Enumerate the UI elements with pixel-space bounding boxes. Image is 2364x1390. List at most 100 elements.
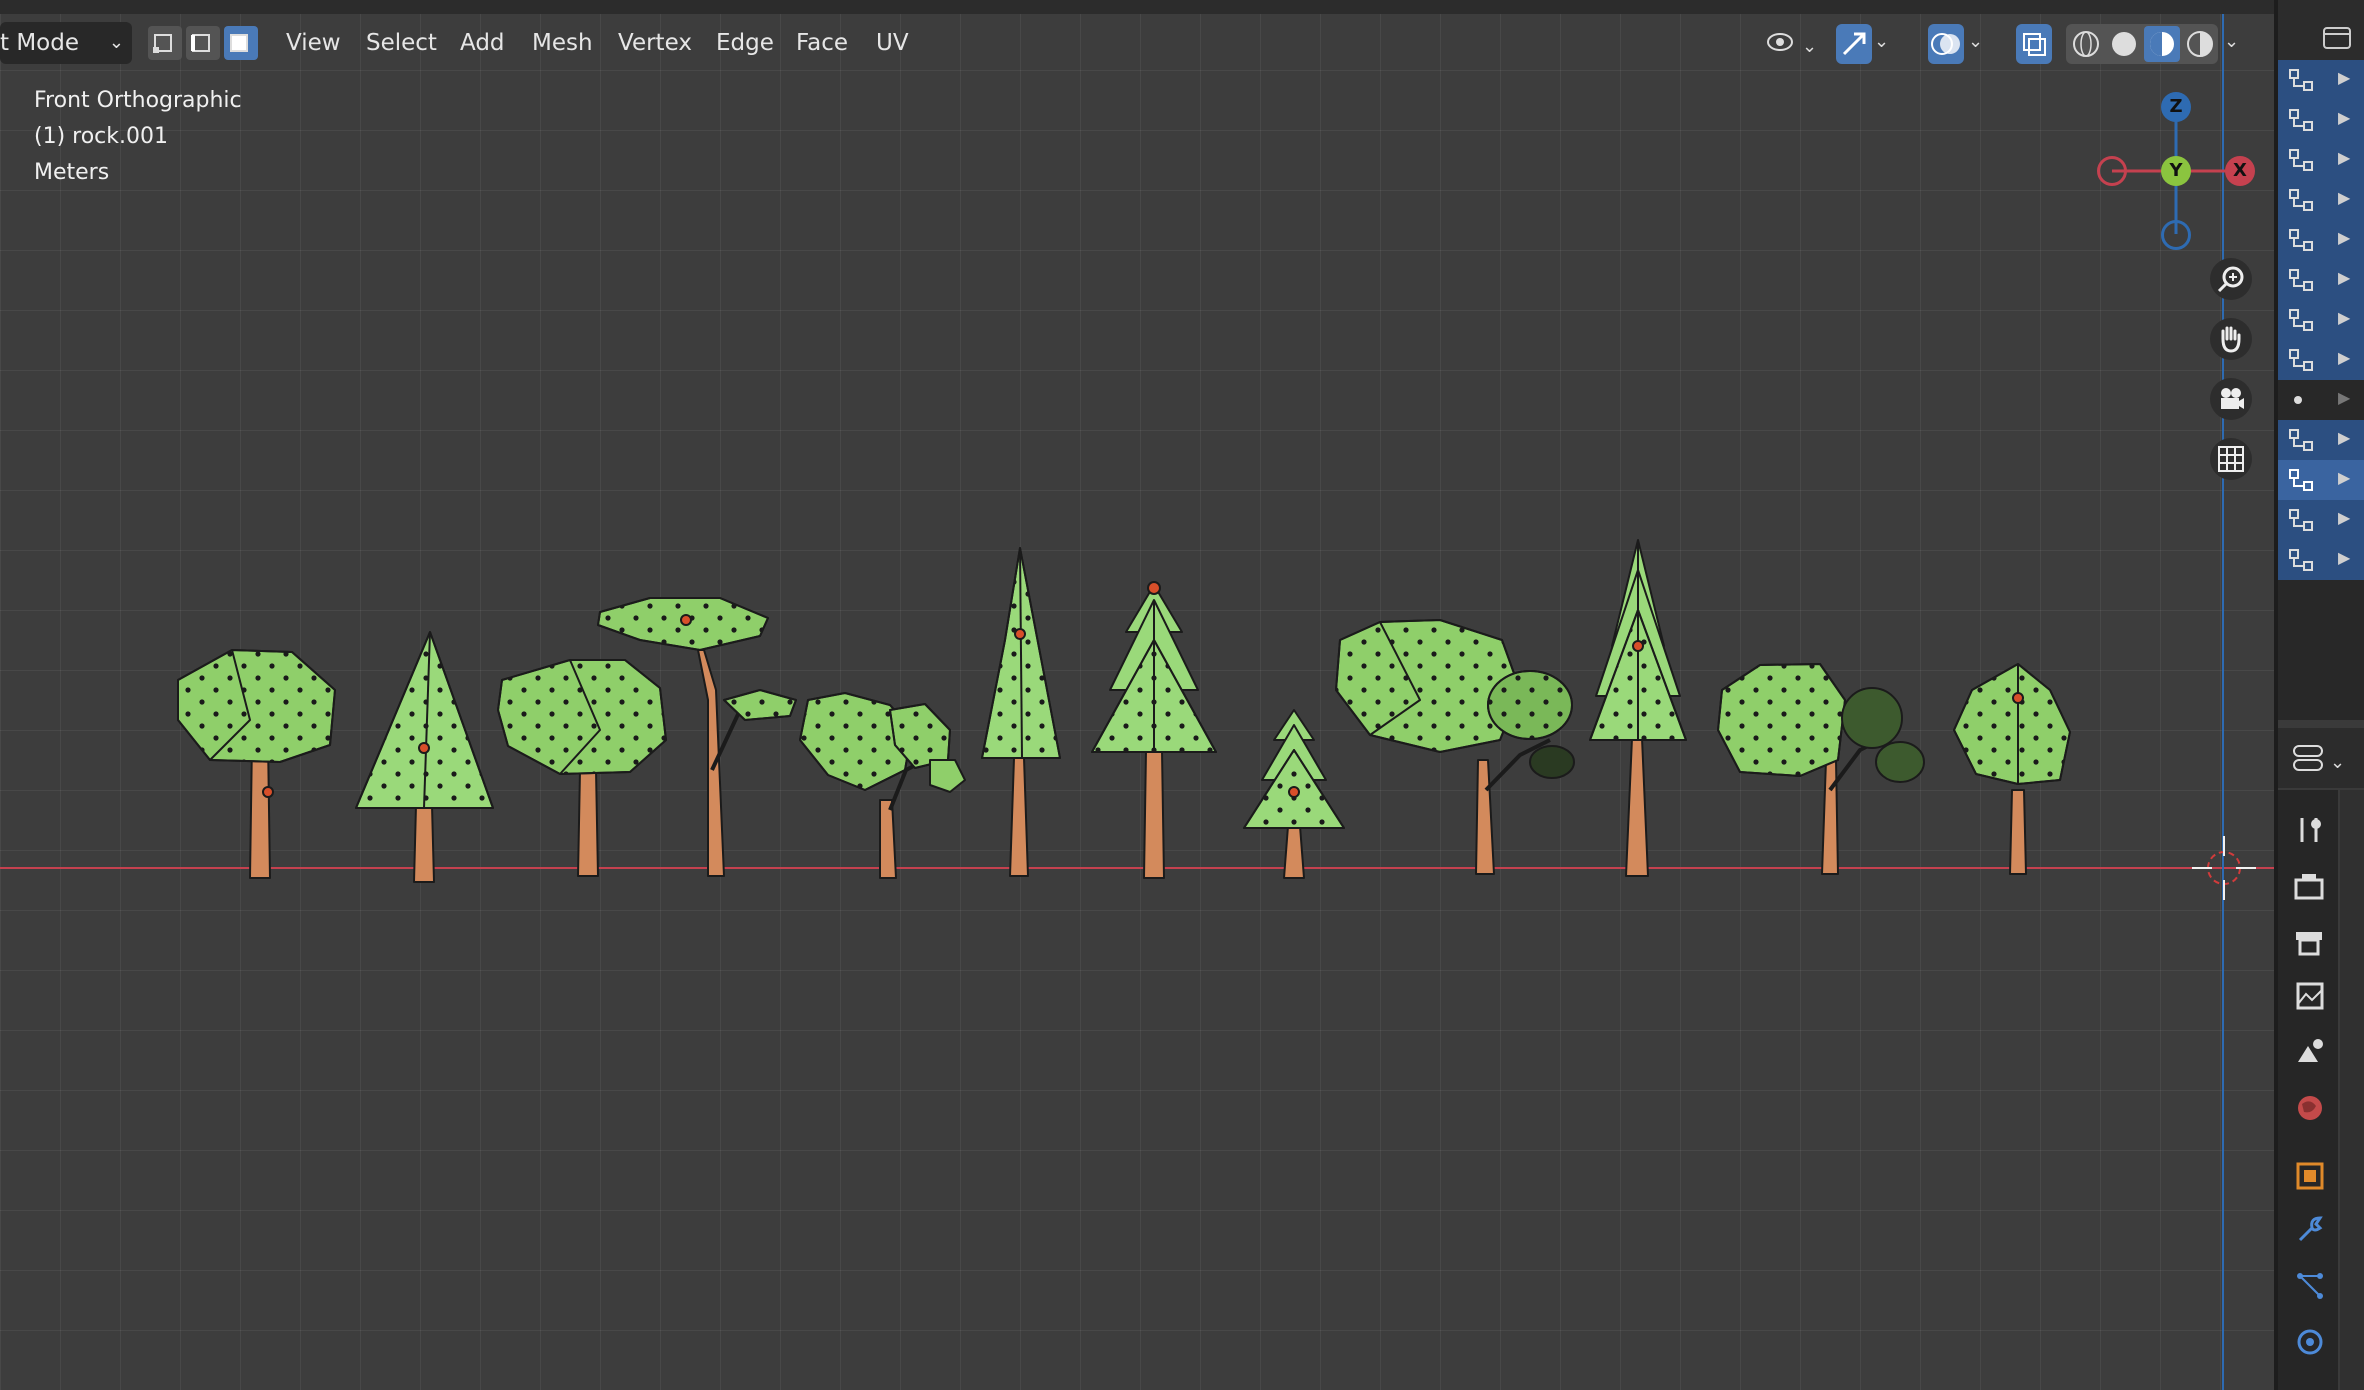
- 3d-viewport[interactable]: t Mode ⌄ View Select Add Mesh Vertex Edg…: [0, 0, 2274, 1390]
- chevron-down-icon[interactable]: ⌄: [1874, 24, 1898, 64]
- zoom-button[interactable]: [2210, 258, 2252, 300]
- outliner-row[interactable]: ▶: [2278, 300, 2364, 340]
- render-icon[interactable]: [2290, 868, 2330, 908]
- expand-arrow-icon[interactable]: ▶: [2338, 348, 2350, 367]
- menu-face[interactable]: Face: [786, 22, 858, 64]
- particles-icon[interactable]: [2290, 1266, 2330, 1306]
- gizmo-z-axis[interactable]: Z: [2161, 92, 2191, 122]
- mesh-object-icon: [2289, 149, 2313, 171]
- expand-arrow-icon[interactable]: ▶: [2338, 188, 2350, 207]
- large-blob-tree[interactable]: [1335, 619, 1575, 875]
- tree-models[interactable]: [0, 0, 2274, 1390]
- pine-tree-1[interactable]: [1091, 581, 1217, 879]
- scene-icon[interactable]: [2290, 1032, 2330, 1072]
- outliner-row[interactable]: ▶: [2278, 260, 2364, 300]
- outliner-row[interactable]: ▶: [2278, 420, 2364, 460]
- mesh-object-icon: [2289, 429, 2313, 451]
- outliner-row[interactable]: ▶: [2278, 500, 2364, 540]
- overlays-toggle-button[interactable]: [1928, 24, 1964, 64]
- editor-type-icon[interactable]: ⌄: [2290, 738, 2350, 778]
- menu-view[interactable]: View: [276, 22, 351, 64]
- expand-arrow-icon[interactable]: ▶: [2338, 108, 2350, 127]
- tall-narrow-tree[interactable]: [981, 547, 1061, 877]
- bush-tree-1[interactable]: [799, 692, 966, 879]
- shading-mode-group[interactable]: [2066, 24, 2218, 64]
- z-label: Z: [2169, 96, 2183, 117]
- menu-add[interactable]: Add: [450, 22, 515, 64]
- svg-text:⌄: ⌄: [2330, 752, 2345, 773]
- outliner-panel[interactable]: ▶ ▶ ▶ ▶ ▶ ▶ ▶ ▶ ▶ ▶ ▶ ▶ ▶: [2278, 0, 2364, 720]
- outliner-row[interactable]: ▶: [2278, 60, 2364, 100]
- chevron-down-icon[interactable]: ⌄: [1968, 24, 1992, 64]
- expand-arrow-icon[interactable]: ▶: [2338, 508, 2350, 527]
- mode-select[interactable]: t Mode ⌄: [0, 22, 132, 64]
- units-label: Meters: [34, 160, 110, 185]
- mesh-object-icon: [2289, 549, 2313, 571]
- outliner-row[interactable]: ▶: [2278, 100, 2364, 140]
- grid-icon: [2218, 446, 2244, 472]
- small-round-tree[interactable]: [1953, 663, 2071, 875]
- expand-arrow-icon[interactable]: ▶: [2338, 68, 2350, 87]
- expand-arrow-icon[interactable]: ▶: [2338, 428, 2350, 447]
- mode-label: t Mode: [0, 30, 79, 56]
- outliner-row-active[interactable]: ▶: [2278, 460, 2364, 500]
- outliner-row[interactable]: ▶: [2278, 140, 2364, 180]
- bush-tree-2[interactable]: [1717, 663, 1925, 875]
- outliner-row[interactable]: ▶: [2278, 180, 2364, 220]
- eye-icon: ⌄: [1767, 33, 1817, 57]
- small-pine-tree[interactable]: [1243, 709, 1345, 879]
- outliner-row[interactable]: ▶: [2278, 380, 2364, 420]
- outliner-row[interactable]: ▶: [2278, 340, 2364, 380]
- view-name-label: Front Orthographic: [34, 88, 242, 113]
- menu-select[interactable]: Select: [356, 22, 447, 64]
- expand-arrow-icon[interactable]: ▶: [2338, 548, 2350, 567]
- properties-body[interactable]: [2340, 790, 2364, 1390]
- expand-arrow-icon[interactable]: ▶: [2338, 308, 2350, 327]
- tall-pine-tree[interactable]: [1589, 539, 1687, 877]
- xray-toggle-button[interactable]: [2016, 24, 2052, 64]
- physics-icon[interactable]: [2290, 1322, 2330, 1362]
- modifier-icon[interactable]: [2290, 1210, 2330, 1250]
- output-icon[interactable]: [2290, 922, 2330, 962]
- tool-icon[interactable]: [2290, 810, 2330, 850]
- face-select-mode-button[interactable]: [224, 26, 258, 60]
- pan-button[interactable]: [2210, 318, 2252, 360]
- outliner-row[interactable]: ▶: [2278, 220, 2364, 260]
- view-layer-icon[interactable]: [2290, 976, 2330, 1016]
- gizmo-neg-x-axis[interactable]: [2097, 156, 2127, 186]
- gizmo-toggle-button[interactable]: [1836, 24, 1872, 64]
- mesh-object-icon: [2289, 69, 2313, 91]
- round-tree-2[interactable]: [497, 659, 667, 877]
- expand-arrow-icon[interactable]: ▶: [2338, 268, 2350, 287]
- outliner-filter-icon[interactable]: [2322, 22, 2352, 52]
- cone-tree-1[interactable]: [355, 631, 494, 883]
- camera-view-button[interactable]: [2210, 378, 2252, 420]
- gizmo-y-axis[interactable]: Y: [2161, 156, 2191, 186]
- camera-icon: [2221, 388, 2244, 409]
- ortho-toggle-button[interactable]: [2210, 438, 2252, 480]
- chevron-down-icon[interactable]: ⌄: [2224, 24, 2248, 64]
- round-tree-1[interactable]: [177, 649, 336, 879]
- edge-select-mode-button[interactable]: [186, 26, 220, 60]
- expand-arrow-icon[interactable]: ▶: [2338, 228, 2350, 247]
- menu-vertex[interactable]: Vertex: [608, 22, 702, 64]
- gizmo-x-axis[interactable]: X: [2225, 156, 2255, 186]
- object-icon[interactable]: [2290, 1156, 2330, 1196]
- mesh-object-icon: [2289, 309, 2313, 331]
- world-icon[interactable]: [2290, 1088, 2330, 1128]
- vertex-select-mode-button[interactable]: [148, 26, 182, 60]
- gizmo-arrow-icon: [1842, 32, 1866, 56]
- outliner-header: [2278, 0, 2364, 60]
- outliner-row[interactable]: ▶: [2278, 540, 2364, 580]
- expand-arrow-icon[interactable]: ▶: [2338, 388, 2350, 407]
- 3d-cursor[interactable]: [2192, 836, 2256, 900]
- menu-edge[interactable]: Edge: [706, 22, 784, 64]
- menu-mesh[interactable]: Mesh: [522, 22, 603, 64]
- gizmo-neg-z-axis[interactable]: [2161, 220, 2191, 250]
- expand-arrow-icon[interactable]: ▶: [2338, 468, 2350, 487]
- expand-arrow-icon[interactable]: ▶: [2338, 148, 2350, 167]
- menu-uv[interactable]: UV: [866, 22, 919, 64]
- mesh-object-icon: [2289, 509, 2313, 531]
- xray-icon: [2023, 33, 2046, 56]
- visibility-dropdown[interactable]: ⌄: [1760, 24, 1820, 64]
